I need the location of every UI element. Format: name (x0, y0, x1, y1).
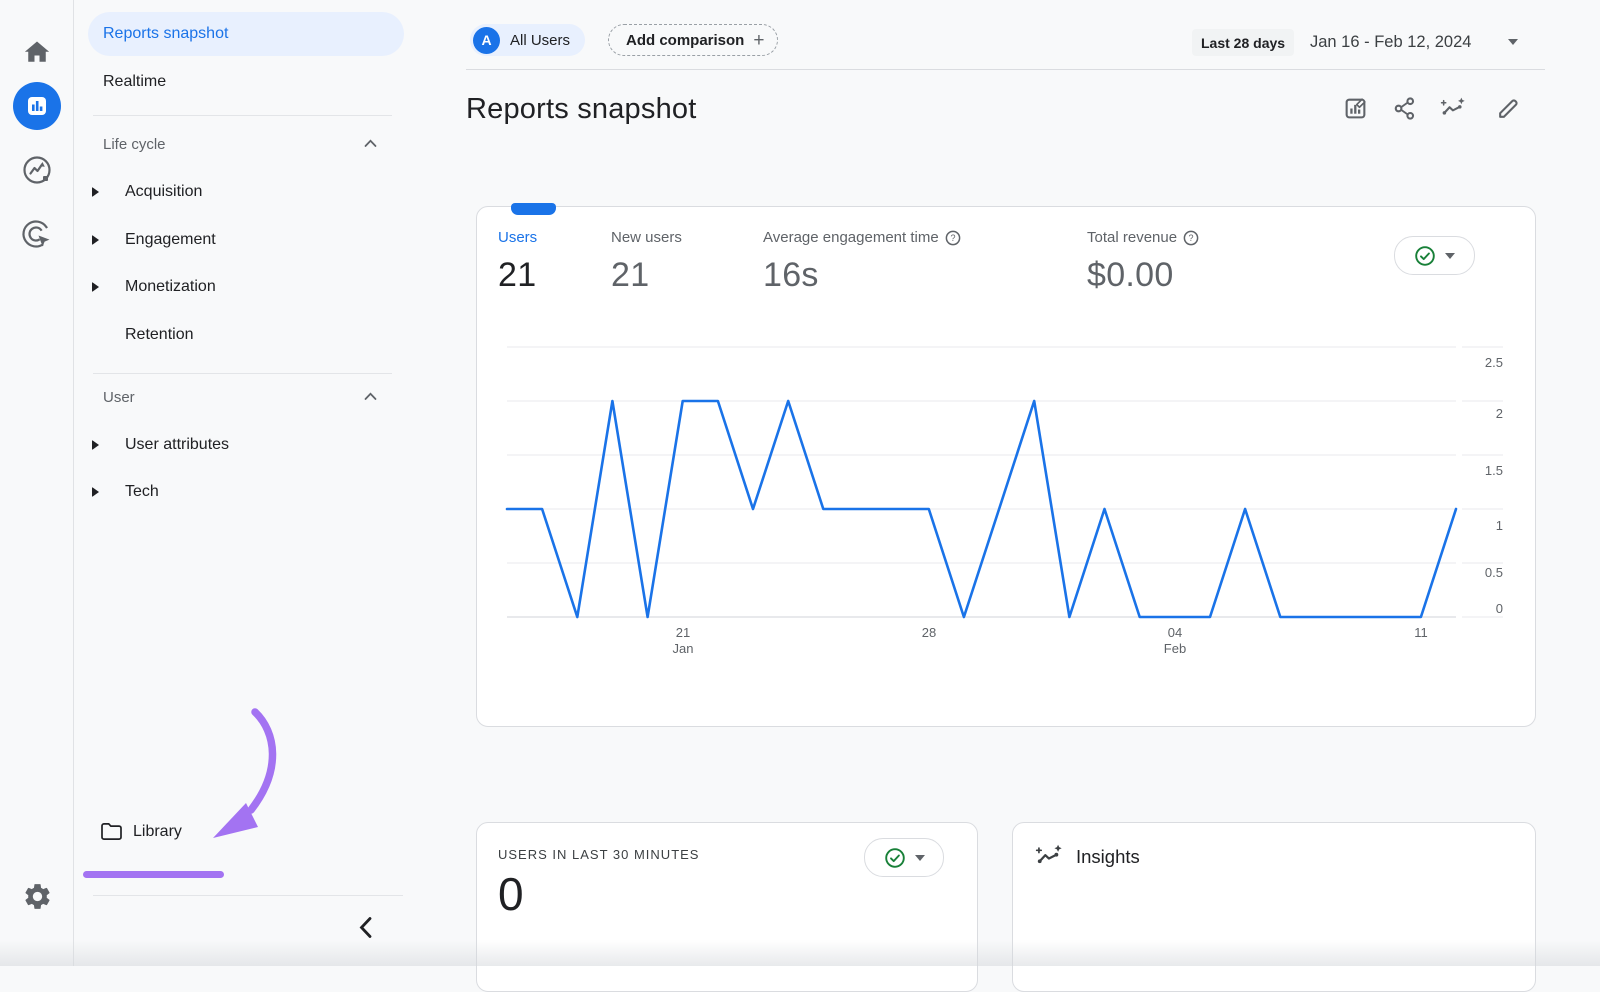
x-axis-tick: 21Jan (643, 625, 723, 657)
sidebar-item-realtime[interactable]: Realtime (103, 72, 166, 92)
section-life-cycle[interactable]: Life cycle (103, 136, 166, 154)
explore-icon (21, 154, 53, 186)
realtime-users-value: 0 (498, 867, 524, 921)
check-circle-icon (1414, 245, 1436, 267)
insights-card[interactable]: Insights (1012, 822, 1536, 992)
section-user[interactable]: User (103, 389, 135, 407)
date-range-caret-icon[interactable] (1508, 39, 1518, 45)
gridlines (507, 347, 1503, 563)
audience-chip[interactable]: A All Users (470, 24, 585, 56)
app-rail (0, 0, 74, 966)
y-axis-tick: 2.5 (1453, 355, 1503, 371)
y-axis-tick: 1.5 (1453, 463, 1503, 479)
settings-button[interactable] (0, 881, 74, 912)
sidebar-item-tech[interactable]: Tech (125, 482, 159, 502)
advertising-icon (21, 218, 53, 250)
arrow-annotation (196, 700, 292, 848)
metric-total-revenue[interactable]: Total revenue ? $0.00 (1087, 229, 1199, 295)
sidebar-divider (93, 373, 392, 374)
y-axis-tick: 0.5 (1453, 565, 1503, 581)
reports-bar-chart-icon (26, 95, 48, 117)
chart-tab-indicator[interactable] (511, 203, 556, 215)
help-icon[interactable]: ? (1183, 230, 1199, 246)
realtime-card-title: USERS IN LAST 30 MINUTES (498, 847, 699, 862)
users-chart-canvas (477, 337, 1537, 667)
x-axis-tick: 28 (889, 625, 969, 641)
insights-sparkline-icon (1035, 843, 1062, 870)
users-chart: 2.5 2 1.5 1 0.5 0 21Jan 28 04Feb 11 (477, 337, 1537, 667)
explore-button[interactable] (0, 154, 74, 186)
insights-card-title: Insights (1076, 846, 1140, 868)
date-range-picker[interactable]: Jan 16 - Feb 12, 2024 (1310, 33, 1471, 52)
page-title: Reports snapshot (466, 93, 697, 126)
add-comparison-button[interactable]: Add comparison + (608, 24, 778, 56)
share-icon (1392, 96, 1417, 121)
home-icon (22, 38, 52, 68)
insights-button[interactable] (1440, 96, 1465, 121)
folder-icon (100, 822, 123, 841)
edit-pencil-icon (1496, 96, 1521, 121)
sidebar-item-engagement[interactable]: Engagement (125, 230, 216, 250)
x-axis-tick: 04Feb (1135, 625, 1215, 657)
sidebar-divider (93, 895, 403, 896)
metric-avg-engagement-time[interactable]: Average engagement time ? 16s (763, 229, 961, 295)
expand-triangle-icon[interactable] (92, 487, 99, 497)
chevron-left-icon (358, 916, 373, 939)
sidebar-item-acquisition[interactable]: Acquisition (125, 182, 202, 202)
sidebar-item-monetization[interactable]: Monetization (125, 277, 216, 297)
share-button[interactable] (1392, 96, 1417, 121)
audience-chip-label: All Users (510, 32, 570, 49)
y-axis-tick: 2 (1453, 406, 1503, 422)
metric-new-users[interactable]: New users 21 (611, 229, 682, 295)
overview-chart-card: Users 21 New users 21 Average engagement… (476, 206, 1536, 727)
svg-text:?: ? (950, 233, 955, 243)
header-divider (466, 69, 1545, 70)
home-button[interactable] (0, 38, 74, 68)
insights-sparkline-icon (1440, 96, 1465, 121)
customize-report-button[interactable] (1343, 96, 1368, 121)
date-preset-badge: Last 28 days (1192, 29, 1294, 56)
sidebar-item-retention[interactable]: Retention (125, 325, 194, 345)
sidebar-collapse-button[interactable] (358, 916, 373, 939)
expand-triangle-icon[interactable] (92, 282, 99, 292)
y-axis-tick: 0 (1453, 601, 1503, 617)
sidebar-divider (93, 115, 392, 116)
realtime-card[interactable]: USERS IN LAST 30 MINUTES 0 (476, 822, 978, 992)
chevron-up-icon[interactable] (364, 392, 377, 401)
sidebar-item-user-attributes[interactable]: User attributes (125, 435, 229, 455)
metric-users[interactable]: Users 21 (498, 229, 537, 295)
sidebar-item-reports-snapshot[interactable]: Reports snapshot (88, 12, 404, 56)
expand-triangle-icon[interactable] (92, 187, 99, 197)
expand-triangle-icon[interactable] (92, 440, 99, 450)
plus-icon: + (753, 31, 764, 50)
advertising-button[interactable] (0, 218, 74, 250)
insights-header[interactable]: Insights (1035, 843, 1140, 870)
data-quality-button[interactable] (1394, 236, 1475, 275)
expand-triangle-icon[interactable] (92, 235, 99, 245)
caret-down-icon (1445, 253, 1455, 259)
caret-down-icon (915, 855, 925, 861)
help-icon[interactable]: ? (945, 230, 961, 246)
gear-icon (22, 881, 53, 912)
svg-text:?: ? (1189, 233, 1194, 243)
data-quality-button[interactable] (864, 838, 944, 877)
edit-button[interactable] (1496, 96, 1521, 121)
audience-avatar: A (473, 27, 500, 54)
x-axis-tick: 11 (1381, 625, 1461, 641)
library-underline-annotation (83, 871, 224, 878)
check-circle-icon (884, 847, 906, 869)
customize-report-icon (1343, 96, 1368, 121)
reports-rail-button[interactable] (13, 82, 61, 130)
sidebar-item-label: Reports snapshot (103, 25, 228, 43)
sidebar-item-library[interactable]: Library (133, 822, 182, 842)
chevron-up-icon[interactable] (364, 139, 377, 148)
y-axis-tick: 1 (1453, 518, 1503, 534)
